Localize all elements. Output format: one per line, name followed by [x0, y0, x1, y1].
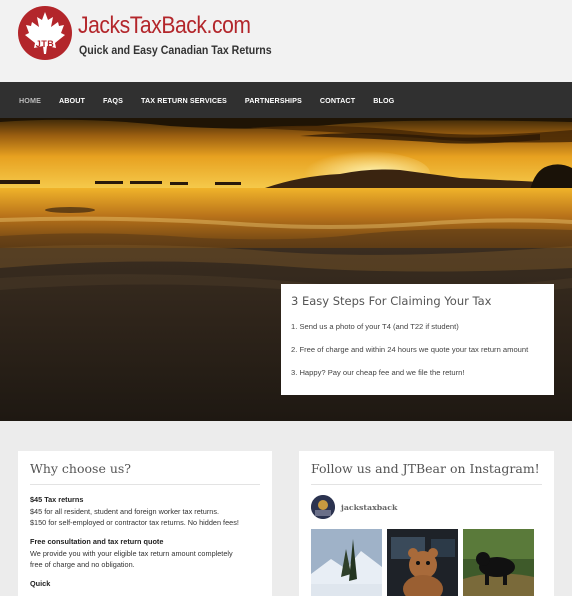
why-block-heading: Quick — [30, 579, 51, 588]
site-tagline: Quick and Easy Canadian Tax Returns — [79, 45, 272, 57]
why-block: Free consultation and tax return quote W… — [30, 537, 260, 570]
teddy-bear-photo[interactable] — [387, 529, 458, 596]
why-block-line: free of charge and no obligation. — [30, 560, 135, 569]
nav-item-faqs[interactable]: FAQS — [103, 96, 123, 105]
content-area: Why choose us? $45 Tax returns $45 for a… — [0, 421, 572, 596]
instagram-title: Follow us and JTBear on Instagram! — [311, 461, 542, 485]
step-item: 1. Send us a photo of your T4 (and T22 i… — [291, 322, 459, 331]
step-item: 2. Free of charge and within 24 hours we… — [291, 345, 529, 354]
maple-leaf-icon — [19, 7, 71, 59]
step-item: 3. Happy? Pay our cheap fee and we file … — [291, 368, 465, 377]
mountain-photo[interactable] — [311, 529, 382, 596]
why-title: Why choose us? — [30, 461, 260, 485]
nav-item-tax-return-services[interactable]: TAX RETURN SERVICES — [141, 96, 227, 105]
steps-panel: 3 Easy Steps For Claiming Your Tax 1. Se… — [281, 284, 554, 395]
why-block-line: $45 for all resident, student and foreig… — [30, 507, 220, 516]
nav-item-partnerships[interactable]: PARTNERSHIPS — [245, 96, 302, 105]
nav-item-contact[interactable]: CONTACT — [320, 96, 355, 105]
nav-item-about[interactable]: ABOUT — [59, 96, 85, 105]
site-title[interactable]: JacksTaxBack.com — [78, 12, 251, 40]
why-block-line: We provide you with your eligible tax re… — [30, 549, 233, 558]
site-header: JTB JacksTaxBack.com Quick and Easy Cana… — [0, 0, 572, 82]
instagram-profile[interactable]: jackstaxback — [311, 495, 542, 519]
why-block-heading: $45 Tax returns — [30, 495, 84, 504]
steps-title: 3 Easy Steps For Claiming Your Tax — [291, 294, 492, 308]
why-block-line: $150 for self-employed or contractor tax… — [30, 518, 239, 527]
main-nav: HOME ABOUT FAQS TAX RETURN SERVICES PART… — [0, 82, 572, 118]
avatar[interactable] — [311, 495, 335, 519]
why-block: Quick — [30, 579, 260, 588]
why-choose-us-card: Why choose us? $45 Tax returns $45 for a… — [18, 451, 272, 596]
instagram-username[interactable]: jackstaxback — [341, 503, 397, 512]
why-block: $45 Tax returns $45 for all resident, st… — [30, 495, 260, 528]
logo-initials: JTB — [35, 39, 55, 49]
black-bear-photo[interactable] — [463, 529, 534, 596]
instagram-card: Follow us and JTBear on Instagram! jacks… — [299, 451, 554, 596]
instagram-grid — [311, 529, 542, 596]
logo[interactable]: JTB — [18, 6, 72, 60]
nav-item-blog[interactable]: BLOG — [373, 96, 394, 105]
nav-item-home[interactable]: HOME — [19, 96, 41, 105]
why-block-heading: Free consultation and tax return quote — [30, 537, 164, 546]
avatar-icon — [311, 495, 335, 519]
